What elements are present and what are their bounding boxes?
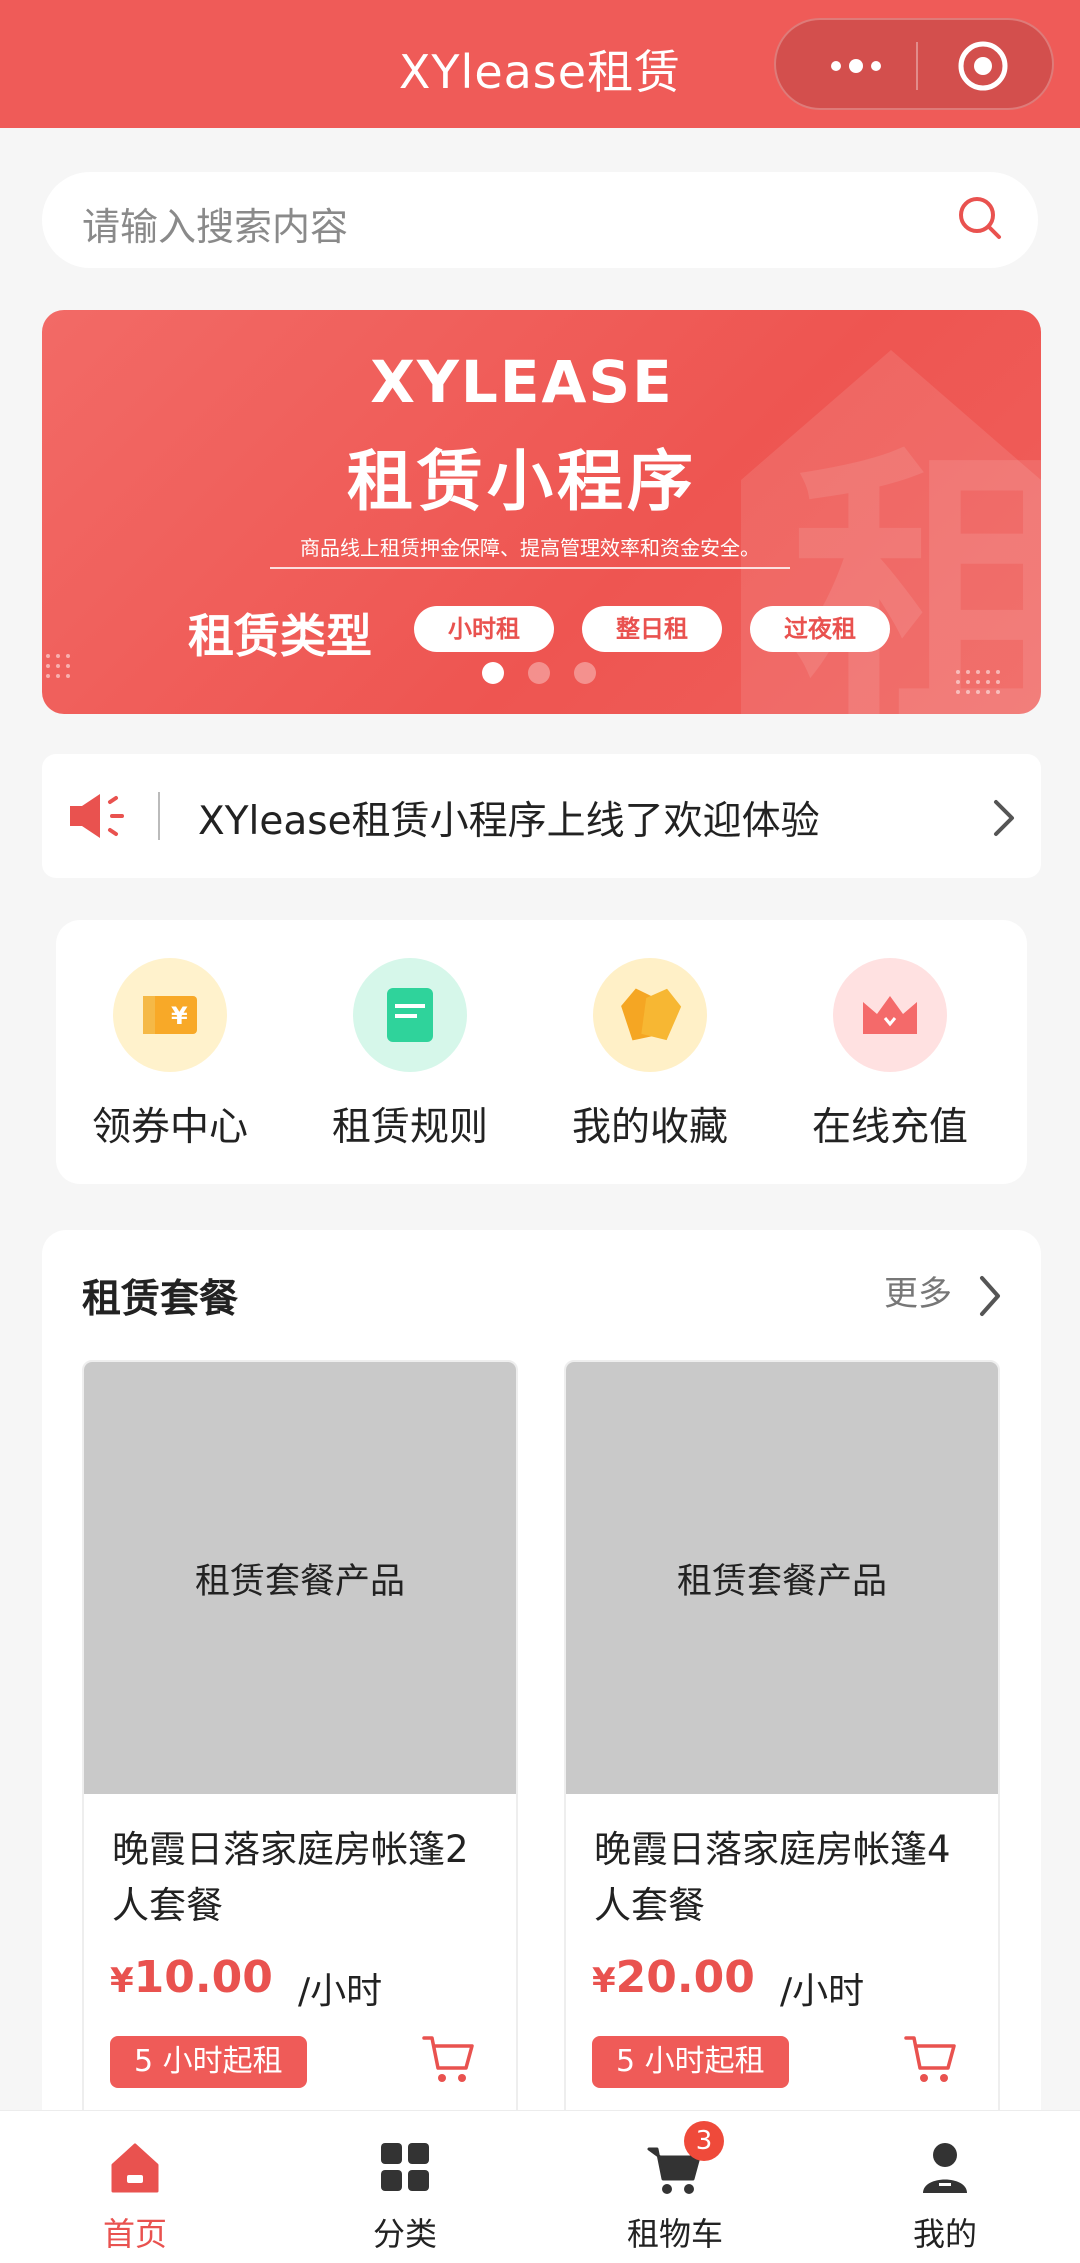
chevron-right-icon[interactable] [988,796,1018,840]
product-price: ¥20.00 [592,1952,755,2003]
menu-item-label: 领券中心 [91,1105,248,1150]
tab-category[interactable]: 分类 [270,2111,540,2263]
cart-count-badge: 3 [684,2121,724,2161]
nav-bar: XYlease租赁 [0,0,1080,128]
tab-home[interactable]: 首页 [0,2111,270,2263]
coupon-icon: ¥ [113,958,227,1072]
price-unit: /小时 [780,1971,865,2012]
carousel-dot[interactable] [528,662,550,684]
banner-subtitle: 商品线上租赁押金保障、提高管理效率和资金安全。 [270,532,790,569]
recharge-icon [833,958,947,1072]
menu-item-label: 在线充值 [811,1105,968,1150]
chevron-right-icon[interactable] [974,1272,1004,1320]
category-icon [381,2143,429,2191]
rules-icon [353,958,467,1072]
svg-text:¥: ¥ [171,1002,188,1030]
banner-types-label: 租赁类型 [188,609,372,663]
product-image-placeholder[interactable]: 租赁套餐产品 [566,1362,998,1794]
promo-banner[interactable]: 租 XYLEASE 租赁小程序 商品线上租赁押金保障、提高管理效率和资金安全。 … [42,310,1041,714]
min-rental-tag: 5 小时起租 [592,2036,789,2088]
tab-label: 我的 [912,2215,977,2253]
tab-rental-cart[interactable]: 3 租物车 [540,2111,810,2263]
carousel-dot[interactable] [482,662,504,684]
menu-item-rental-rules[interactable]: 租赁规则 [310,958,510,1152]
price-unit: /小时 [298,1971,383,2012]
banner-type-pill: 小时租 [414,606,554,652]
bottom-tab-bar: 首页 分类 3 租物车 我的 [0,2110,1080,2263]
favorites-icon [593,958,707,1072]
announcement-bar[interactable]: XYlease租赁小程序上线了欢迎体验 [42,754,1041,878]
search-input[interactable]: 请输入搜索内容 [82,196,348,251]
more-link[interactable]: 更多 [884,1266,952,1315]
product-name[interactable]: 晚霞日落家庭房帐篷4人套餐 [594,1822,984,1934]
announcement-divider [158,792,160,840]
tab-label: 首页 [102,2215,167,2253]
add-to-cart-icon[interactable] [418,2028,478,2088]
banner-headline: 租赁小程序 [347,443,697,520]
product-name[interactable]: 晚霞日落家庭房帐篷2人套餐 [112,1822,502,1934]
price-value: 10.00 [133,1952,273,2003]
mini-program-capsule [774,18,1054,110]
currency-symbol: ¥ [592,1961,616,2001]
carousel-dot[interactable] [574,662,596,684]
profile-icon [923,2143,967,2193]
banner-dots-pattern [46,654,70,678]
search-icon[interactable] [956,194,1004,242]
capsule-divider [916,42,918,90]
rental-packages-section: 租赁套餐 更多 租赁套餐产品 晚霞日落家庭房帐篷2人套餐 ¥10.00 /小时 … [42,1230,1041,2263]
menu-item-label: 租赁规则 [331,1105,488,1150]
section-title: 租赁套餐 [82,1277,239,1322]
menu-item-online-recharge[interactable]: 在线充值 [790,958,990,1152]
add-to-cart-icon[interactable] [900,2028,960,2088]
speaker-icon [70,794,124,838]
menu-item-label: 我的收藏 [571,1105,728,1150]
close-target-icon[interactable] [956,39,1010,93]
more-options-icon[interactable] [816,42,896,90]
menu-item-my-favorites[interactable]: 我的收藏 [550,958,750,1152]
menu-item-coupon-center[interactable]: ¥ 领券中心 [70,958,270,1152]
currency-symbol: ¥ [110,1961,134,2001]
price-value: 20.00 [615,1952,755,2003]
tab-label: 分类 [372,2215,437,2253]
min-rental-tag: 5 小时起租 [110,2036,307,2088]
banner-dots-pattern [956,670,1000,694]
banner-type-pill: 整日租 [582,606,722,652]
quick-menu: ¥ 领券中心 租赁规则 我的收藏 在线充值 [56,920,1027,1184]
product-image-placeholder[interactable]: 租赁套餐产品 [84,1362,516,1794]
product-price: ¥10.00 [110,1952,273,2003]
tab-profile[interactable]: 我的 [810,2111,1080,2263]
tab-label: 租物车 [626,2215,723,2253]
package-card[interactable]: 租赁套餐产品 晚霞日落家庭房帐篷2人套餐 ¥10.00 /小时 5 小时起租 [82,1360,518,2120]
package-card[interactable]: 租赁套餐产品 晚霞日落家庭房帐篷4人套餐 ¥20.00 /小时 5 小时起租 [564,1360,1000,2120]
search-bar[interactable]: 请输入搜索内容 [42,172,1038,268]
home-icon [111,2143,159,2193]
banner-type-pill: 过夜租 [750,606,890,652]
announcement-text: XYlease租赁小程序上线了欢迎体验 [198,799,820,844]
banner-brand: XYLEASE [370,348,674,416]
